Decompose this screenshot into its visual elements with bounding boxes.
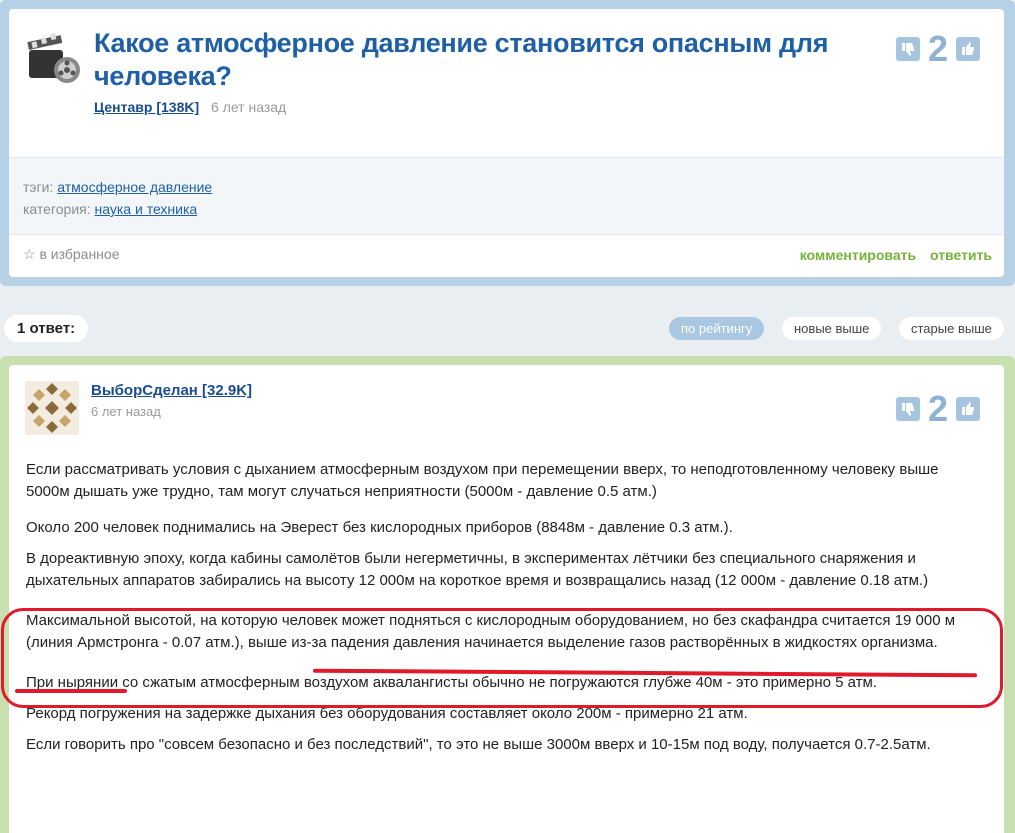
thumbs-up-icon[interactable] <box>956 397 981 421</box>
sort-oldest-button[interactable]: старые выше <box>899 317 1004 340</box>
answer-time: 6 лет назад <box>91 404 161 419</box>
question-vote-widget: 2 <box>896 28 981 69</box>
thumbs-up-icon[interactable] <box>956 37 981 61</box>
answer-author-name[interactable]: ВыборСделан [32.9K] <box>91 382 252 399</box>
question-title: Какое атмосферное давление становится оп… <box>94 28 829 91</box>
category-link[interactable]: наука и техника <box>95 201 198 217</box>
question-meta: Центавр [138K] 6 лет назад <box>94 99 286 115</box>
category-label: категория: <box>23 201 91 217</box>
favorite-button[interactable]: ☆ в избранное <box>23 246 119 263</box>
reply-button[interactable]: ответить <box>930 247 992 263</box>
highlight-ellipse <box>1 608 1003 708</box>
question-actions: комментировать ответить <box>790 247 992 263</box>
sort-by-rating-button[interactable]: по рейтингу <box>669 317 765 340</box>
answer-vote-widget: 2 <box>896 388 981 429</box>
question-author-link[interactable]: Центавр [138K] <box>94 99 199 115</box>
thumbs-down-icon[interactable] <box>896 37 920 61</box>
thumbs-down-icon[interactable] <box>896 397 920 421</box>
answers-bar: 1 ответ: по рейтингу новые выше старые в… <box>0 313 1015 343</box>
pattern-avatar[interactable] <box>25 381 79 435</box>
answer-vote-count: 2 <box>928 388 949 429</box>
question-card: Какое атмосферное давление становится оп… <box>9 9 1004 277</box>
question-tags-panel: тэги: атмосферное давление категория: на… <box>9 157 1004 235</box>
tag-link[interactable]: атмосферное давление <box>57 179 212 195</box>
answer-card: ВыборСделан [32.9K] 6 лет назад 2 Если р… <box>9 365 1004 833</box>
answer-block: ВыборСделан [32.9K] 6 лет назад 2 Если р… <box>0 356 1015 833</box>
question-vote-count: 2 <box>928 28 949 69</box>
answer-paragraph: В дореактивную эпоху, когда кабины самол… <box>26 550 929 589</box>
answer-paragraph: Если говорить про "совсем безопасно и бе… <box>26 736 931 753</box>
question-time: 6 лет назад <box>211 99 287 115</box>
tags-label: тэги: <box>23 179 54 195</box>
highlight-underline <box>15 689 127 693</box>
answer-author-link[interactable]: ВыборСделан [32.9K] <box>91 382 252 399</box>
answer-paragraph: Около 200 человек поднимались на Эверест… <box>26 519 733 536</box>
sort-newest-button[interactable]: новые выше <box>782 317 882 340</box>
film-reel-avatar[interactable] <box>25 32 81 92</box>
answers-count: 1 ответ: <box>4 315 89 342</box>
answer-paragraph: Если рассматривать условия с дыханием ат… <box>26 461 939 500</box>
question-block: Какое атмосферное давление становится оп… <box>0 0 1015 286</box>
comment-button[interactable]: комментировать <box>800 247 916 263</box>
